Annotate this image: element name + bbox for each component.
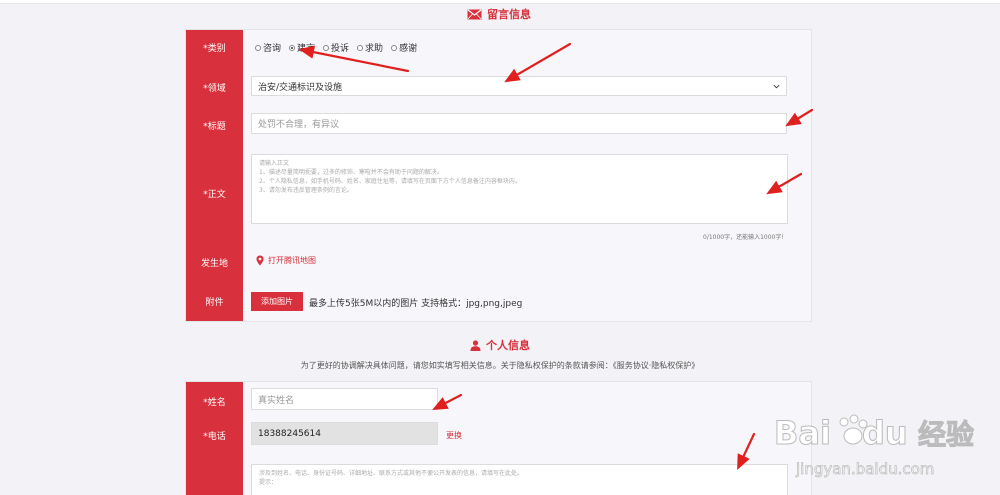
watermark-brand-du: du — [862, 414, 908, 452]
arrow-to-name — [432, 393, 463, 411]
arrow-to-category — [298, 45, 410, 73]
watermark-url: jingyan.baidu.com — [795, 460, 934, 478]
arrow-to-domain — [504, 42, 572, 83]
page: 留言信息 *类别 咨询 建言 投诉 求助 感谢 *领域 治安/交通标识及设施 *… — [0, 0, 1000, 495]
watermark-brand-main: Bai — [774, 414, 831, 452]
arrow-to-body — [766, 172, 803, 195]
arrow-to-remark — [737, 432, 756, 470]
watermark-brand-cn: 经验 — [918, 418, 974, 451]
baidu-watermark: Bai du 经验 jingyan.baidu.com — [774, 414, 975, 479]
arrow-to-subject — [785, 108, 814, 127]
